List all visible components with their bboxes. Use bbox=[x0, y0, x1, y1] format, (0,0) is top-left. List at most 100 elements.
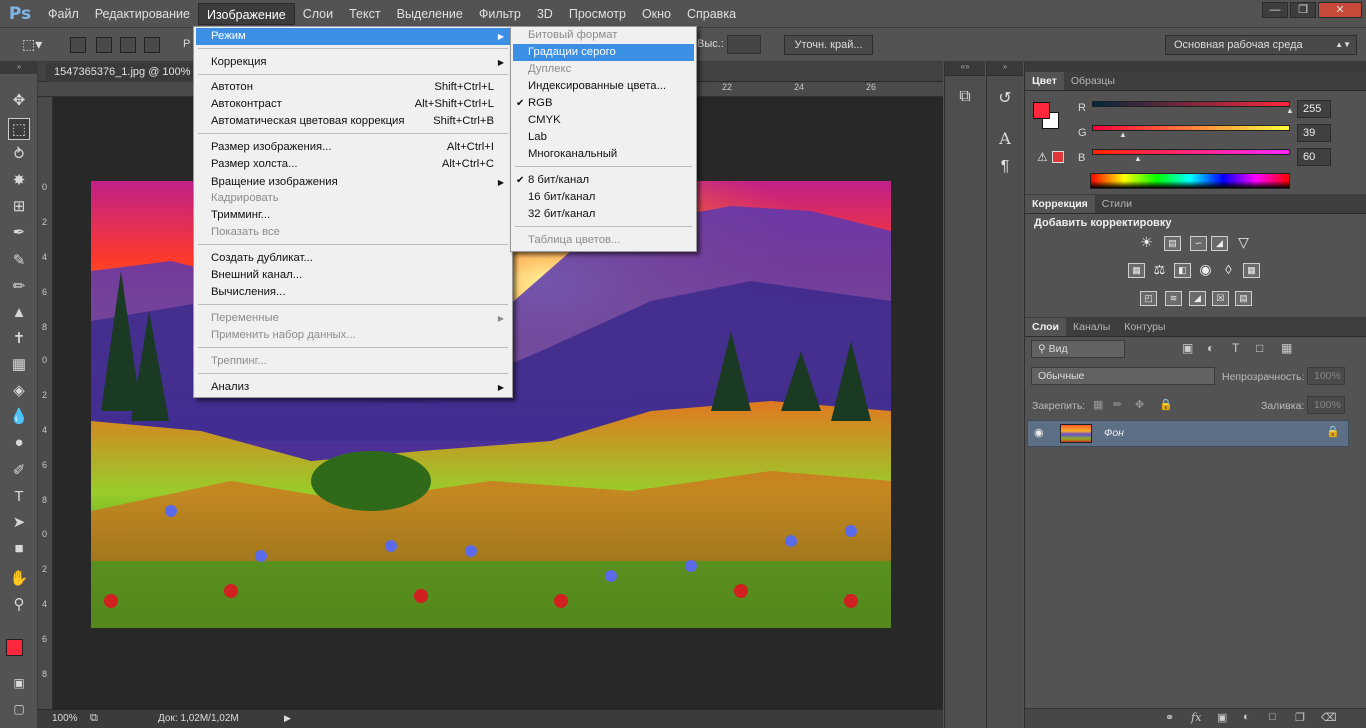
exposure-icon[interactable]: ◢ bbox=[1211, 236, 1228, 251]
blue-slider[interactable] bbox=[1092, 149, 1290, 155]
gamut-swatch[interactable] bbox=[1052, 151, 1064, 163]
menu-item-calculations[interactable]: Вычисления... bbox=[196, 284, 510, 301]
zoom-tool-icon[interactable]: ⚲ bbox=[8, 594, 30, 616]
photo-filter-icon[interactable]: ◉ bbox=[1197, 262, 1214, 278]
add-selection-icon[interactable] bbox=[96, 37, 112, 53]
menu-item-duplicate[interactable]: Создать дубликат... bbox=[196, 250, 510, 267]
menu-item-auto-color[interactable]: Автоматическая цветовая коррекция Shift+C… bbox=[196, 113, 510, 130]
menu-item-image-size[interactable]: Размер изображения... Alt+Ctrl+I bbox=[196, 139, 510, 156]
dodge-tool-icon[interactable]: ● bbox=[8, 432, 30, 454]
curves-icon[interactable]: ∽ bbox=[1190, 236, 1207, 251]
blue-slider-thumb[interactable]: ▲ bbox=[1134, 154, 1142, 163]
red-value[interactable]: 255 bbox=[1297, 100, 1331, 118]
red-slider[interactable] bbox=[1092, 101, 1290, 107]
menu-item-mode[interactable]: Режим ▶ bbox=[196, 28, 510, 45]
marquee-preset-icon[interactable]: ⬚▾ bbox=[22, 36, 42, 53]
foreground-color-swatch[interactable] bbox=[6, 639, 23, 656]
menu-item-reveal-all[interactable]: Показать все bbox=[196, 224, 510, 241]
tab-paths[interactable]: Контуры bbox=[1117, 318, 1172, 336]
gamut-warning-icon[interactable]: ⚠ bbox=[1037, 150, 1048, 164]
new-selection-icon[interactable] bbox=[70, 37, 86, 53]
brush-tool-icon[interactable]: ✏ bbox=[8, 276, 30, 298]
menu-item-adjustments[interactable]: Коррекция ▶ bbox=[196, 54, 510, 71]
gradient-map-icon[interactable]: ▤ bbox=[1235, 291, 1252, 306]
share-icon[interactable]: ⧉ bbox=[90, 712, 98, 725]
vibrance-icon[interactable]: ▽ bbox=[1235, 235, 1252, 251]
menu-item-auto-contrast[interactable]: Автоконтраст Alt+Shift+Ctrl+L bbox=[196, 96, 510, 113]
menu-help[interactable]: Справка bbox=[679, 3, 744, 25]
filter-smart-icon[interactable]: ▦ bbox=[1281, 341, 1292, 355]
stamp-tool-icon[interactable]: ▲ bbox=[8, 302, 30, 324]
hue-saturation-icon[interactable]: ▦ bbox=[1128, 263, 1145, 278]
mode-item-multichannel[interactable]: Многоканальный bbox=[513, 146, 694, 163]
screen-mode-icon[interactable]: ▢ bbox=[8, 698, 30, 720]
3d-panel-icon[interactable]: ⧉ bbox=[954, 86, 976, 108]
color-fg-swatch[interactable] bbox=[1033, 102, 1050, 119]
channel-mixer-icon[interactable]: ◊ bbox=[1220, 263, 1237, 278]
trash-icon[interactable]: ⌫ bbox=[1321, 711, 1337, 724]
marquee-tool-icon[interactable]: ⬚ bbox=[8, 118, 30, 140]
menu-type[interactable]: Текст bbox=[341, 3, 388, 25]
quick-mask-icon[interactable]: ▣ bbox=[8, 672, 30, 694]
blend-mode-select[interactable]: Обычные bbox=[1031, 367, 1215, 385]
menu-item-canvas-size[interactable]: Размер холста... Alt+Ctrl+C bbox=[196, 156, 510, 173]
tab-adjustments[interactable]: Коррекция bbox=[1025, 195, 1095, 213]
tab-layers[interactable]: Слои bbox=[1025, 318, 1066, 336]
red-slider-thumb[interactable]: ▲ bbox=[1286, 106, 1294, 115]
mode-item-grayscale[interactable]: Градации серого bbox=[513, 44, 694, 61]
new-layer-icon[interactable]: ❐ bbox=[1295, 711, 1305, 724]
refine-edge-button[interactable]: Уточн. край... bbox=[784, 35, 873, 55]
status-arrow-icon[interactable]: ▶ bbox=[284, 713, 291, 724]
lock-position-icon[interactable]: ✥ bbox=[1135, 398, 1144, 411]
filter-shape-icon[interactable]: □ bbox=[1256, 341, 1263, 355]
menu-item-trap[interactable]: Треппинг... bbox=[196, 353, 510, 370]
threshold-icon[interactable]: ◢ bbox=[1189, 291, 1206, 306]
mode-item-indexed-color[interactable]: Индексированные цвета... bbox=[513, 78, 694, 95]
mode-item-lab[interactable]: Lab bbox=[513, 129, 694, 146]
pen-tool-icon[interactable]: ✐ bbox=[8, 460, 30, 482]
menu-3d[interactable]: 3D bbox=[529, 3, 561, 25]
healing-tool-icon[interactable]: ✎ bbox=[8, 250, 30, 272]
mode-item-color-table[interactable]: Таблица цветов... bbox=[513, 232, 694, 249]
strip-collapse-icon[interactable]: » bbox=[987, 62, 1023, 76]
document-tab[interactable]: 1547365376_1.jpg @ 100% ( bbox=[46, 63, 206, 82]
posterize-icon[interactable]: ≋ bbox=[1165, 291, 1182, 306]
type-tool-icon[interactable]: T bbox=[8, 486, 30, 508]
fill-input[interactable]: 100% bbox=[1307, 396, 1345, 414]
menu-item-auto-tone[interactable]: Автотон Shift+Ctrl+L bbox=[196, 79, 510, 96]
link-layers-icon[interactable]: ⚭ bbox=[1165, 711, 1174, 724]
menu-select[interactable]: Выделение bbox=[389, 3, 471, 25]
menu-image[interactable]: Изображение bbox=[197, 2, 295, 25]
height-input[interactable] bbox=[727, 35, 761, 54]
tab-channels[interactable]: Каналы bbox=[1066, 318, 1117, 336]
close-icon[interactable]: ✕ bbox=[1318, 2, 1362, 18]
blue-value[interactable]: 60 bbox=[1297, 148, 1331, 166]
menu-item-trim[interactable]: Тримминг... bbox=[196, 207, 510, 224]
intersect-selection-icon[interactable] bbox=[144, 37, 160, 53]
mode-item-duotone[interactable]: Дуплекс bbox=[513, 61, 694, 78]
filter-type-icon[interactable]: T bbox=[1232, 341, 1239, 355]
lock-all-icon[interactable]: 🔒 bbox=[1159, 398, 1173, 411]
lock-transparency-icon[interactable]: ▦ bbox=[1093, 398, 1103, 411]
mode-item-16bit[interactable]: 16 бит/канал bbox=[513, 189, 694, 206]
menu-item-variables[interactable]: Переменные ▶ bbox=[196, 310, 510, 327]
minimize-icon[interactable]: — bbox=[1262, 2, 1288, 18]
filter-adjust-icon[interactable]: ◐ bbox=[1207, 341, 1214, 355]
menu-filter[interactable]: Фильтр bbox=[471, 3, 529, 25]
color-balance-icon[interactable]: ⚖ bbox=[1151, 263, 1168, 278]
menu-file[interactable]: Файл bbox=[40, 3, 87, 25]
levels-icon[interactable]: ▤ bbox=[1164, 236, 1181, 251]
menu-window[interactable]: Окно bbox=[634, 3, 679, 25]
move-tool-icon[interactable]: ✥ bbox=[8, 90, 30, 112]
brightness-icon[interactable]: ☀ bbox=[1138, 235, 1155, 251]
green-slider-thumb[interactable]: ▲ bbox=[1119, 130, 1127, 139]
filter-pixel-icon[interactable]: ▣ bbox=[1182, 341, 1193, 355]
layer-name[interactable]: Фон bbox=[1104, 427, 1124, 439]
eyedropper-tool-icon[interactable]: ✒ bbox=[8, 222, 30, 244]
tab-styles[interactable]: Стили bbox=[1095, 195, 1139, 213]
layer-filter-select[interactable]: ⚲ Вид bbox=[1031, 340, 1125, 358]
menu-layer[interactable]: Слои bbox=[295, 3, 341, 25]
menu-item-crop[interactable]: Кадрировать bbox=[196, 190, 510, 207]
mode-item-bitmap[interactable]: Битовый формат bbox=[513, 27, 694, 44]
layer-row[interactable]: ◉ Фон 🔒 bbox=[1027, 420, 1349, 447]
